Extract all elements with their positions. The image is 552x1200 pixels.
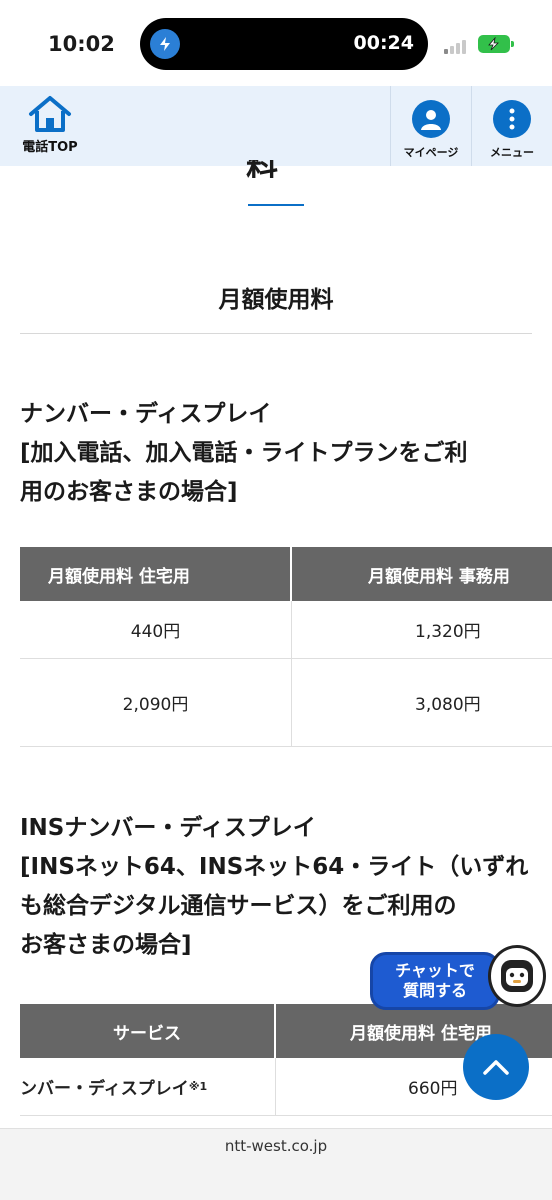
call-timer: 00:24 <box>353 32 414 54</box>
chat-question-button[interactable]: チャットで 質問する <box>370 952 500 1010</box>
table-cell: ンバー・ディスプレイ ※1 <box>20 1058 276 1116</box>
price-table-number-display: 月額使用料 住宅用 月額使用料 事務用 440円 1,320円 2,090円 3… <box>20 547 552 747</box>
table-header-cell: サービス <box>20 1004 276 1058</box>
chat-mascot-icon[interactable] <box>488 945 546 1007</box>
battery-charging-icon <box>478 35 510 53</box>
status-bar: 10:02 00:24 <box>0 0 552 86</box>
home-icon <box>29 96 71 132</box>
activity-icon <box>150 29 180 59</box>
mypage-label: マイページ <box>403 146 459 159</box>
user-icon <box>412 100 450 138</box>
table-header-cell: 月額使用料 事務用 <box>368 566 510 587</box>
table-header-cell: 月額使用料 住宅用 <box>20 547 292 601</box>
table-cell: 1,320円 <box>292 601 552 659</box>
mypage-button[interactable]: マイページ <box>390 86 471 166</box>
section-divider <box>20 333 532 334</box>
section-title: 月額使用料 <box>218 287 334 313</box>
menu-label: メニュー <box>490 146 534 159</box>
cellular-signal-icon <box>444 38 470 54</box>
table-header-row: 月額使用料 住宅用 月額使用料 事務用 <box>20 547 552 601</box>
footnote-mark: ※1 <box>188 1080 208 1093</box>
phone-top-link[interactable]: 電話TOP <box>0 86 100 166</box>
top-navigation: 電話TOP マイページ メニュー <box>0 86 552 166</box>
url-label: ntt-west.co.jp <box>224 1137 328 1155</box>
table-cell: 3,080円 <box>292 659 552 747</box>
subsection-title-ins-number-display: INSナンバー・ディスプレイ [INSネット64、INSネット64・ライト（いず… <box>20 815 529 958</box>
table-cell: 2,090円 <box>20 659 292 747</box>
phone-top-label: 電話TOP <box>22 140 78 155</box>
more-vertical-icon <box>493 100 531 138</box>
subsection-title-number-display: ナンバー・ディスプレイ [加入電話、加入電話・ライトプランをご利 用のお客さまの… <box>20 401 468 505</box>
page-heading-partial: 料金 <box>246 160 306 178</box>
table-row: 2,090円 3,080円 <box>20 659 552 747</box>
scroll-to-top-button[interactable] <box>463 1034 529 1100</box>
browser-address-bar[interactable]: ntt-west.co.jp <box>0 1128 552 1200</box>
battery-tip <box>511 41 514 47</box>
chevron-up-icon <box>483 1060 509 1075</box>
heading-underline <box>248 204 304 206</box>
dynamic-island[interactable]: 00:24 <box>140 18 428 70</box>
table-row: 440円 1,320円 <box>20 601 552 659</box>
table-cell: 440円 <box>20 601 292 659</box>
menu-button[interactable]: メニュー <box>471 86 552 166</box>
status-time: 10:02 <box>48 32 115 56</box>
